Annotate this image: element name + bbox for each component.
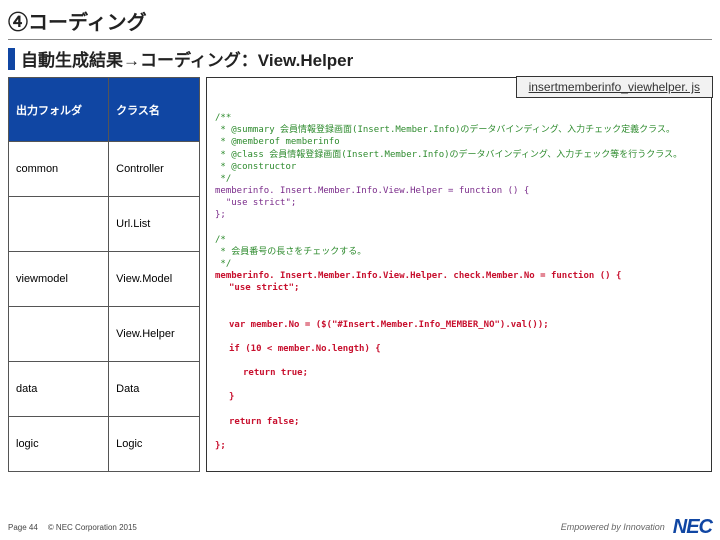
table-row: viewmodel View.Model <box>9 252 200 307</box>
code-line: }; <box>215 210 226 220</box>
code-line: }; <box>215 441 226 451</box>
cell: common <box>9 142 109 197</box>
code-filename: insertmemberinfo_viewhelper. js <box>516 76 713 98</box>
table-row: common Controller <box>9 142 200 197</box>
cell: logic <box>9 417 109 472</box>
cell <box>9 197 109 252</box>
code-line: "use strict"; <box>215 198 296 208</box>
page-title: ④コーディング <box>8 6 712 35</box>
header-class: クラス名 <box>109 78 200 142</box>
code-line: return true; <box>215 367 703 379</box>
cell: Controller <box>109 142 200 197</box>
code-line: var member.No = ($("#Insert.Member.Info_… <box>215 319 703 331</box>
code-comment: * @constructor <box>215 162 296 172</box>
cell: data <box>9 362 109 417</box>
table-row: View.Helper <box>9 307 200 362</box>
title-rule <box>8 39 712 40</box>
code-comment: */ <box>215 259 231 269</box>
code-line: } <box>215 391 703 403</box>
code-line: "use strict"; <box>215 282 703 294</box>
code-comment: */ <box>215 174 231 184</box>
code-line: return false; <box>215 416 703 428</box>
cell <box>9 307 109 362</box>
cell: View.Helper <box>109 307 200 362</box>
footer-tagline: Empowered by Innovation <box>561 522 665 532</box>
code-comment: * @memberof memberinfo <box>215 137 340 147</box>
cell: View.Model <box>109 252 200 307</box>
code-panel: insertmemberinfo_viewhelper. js /** * @s… <box>206 77 712 472</box>
code-comment: /* <box>215 235 226 245</box>
code-comment: /** <box>215 113 231 123</box>
nec-logo-icon: NEC <box>673 516 712 539</box>
code-body: /** * @summary 会員情報登録画面(Insert.Member.In… <box>207 78 711 470</box>
subtitle-row: 自動生成結果→コーディング：View.Helper <box>0 46 720 71</box>
cell: Data <box>109 362 200 417</box>
code-line: memberinfo. Insert.Member.Info.View.Help… <box>215 271 621 281</box>
cell: Url.List <box>109 197 200 252</box>
subtitle: 自動生成結果→コーディング：View.Helper <box>21 46 353 71</box>
code-comment: * @summary 会員情報登録画面(Insert.Member.Info)の… <box>215 125 675 135</box>
code-comment: * 会員番号の長さをチェックする。 <box>215 247 366 257</box>
footer: Page 44 © NEC Corporation 2015 Empowered… <box>0 514 720 540</box>
cell: viewmodel <box>9 252 109 307</box>
table-row: data Data <box>9 362 200 417</box>
table-row: Url.List <box>9 197 200 252</box>
class-table: 出力フォルダ クラス名 common Controller Url.List v… <box>8 77 200 472</box>
page-number: Page 44 <box>8 523 38 532</box>
table-row: logic Logic <box>9 417 200 472</box>
subtitle-bar-icon <box>8 48 15 70</box>
code-comment: * @class 会員情報登録画面(Insert.Member.Info)のデー… <box>215 150 682 160</box>
header-folder: 出力フォルダ <box>9 78 109 142</box>
copyright: © NEC Corporation 2015 <box>48 523 137 532</box>
table-header-row: 出力フォルダ クラス名 <box>9 78 200 142</box>
cell: Logic <box>109 417 200 472</box>
code-line: if (10 < member.No.length) { <box>215 343 703 355</box>
code-line: memberinfo. Insert.Member.Info.View.Help… <box>215 186 529 196</box>
